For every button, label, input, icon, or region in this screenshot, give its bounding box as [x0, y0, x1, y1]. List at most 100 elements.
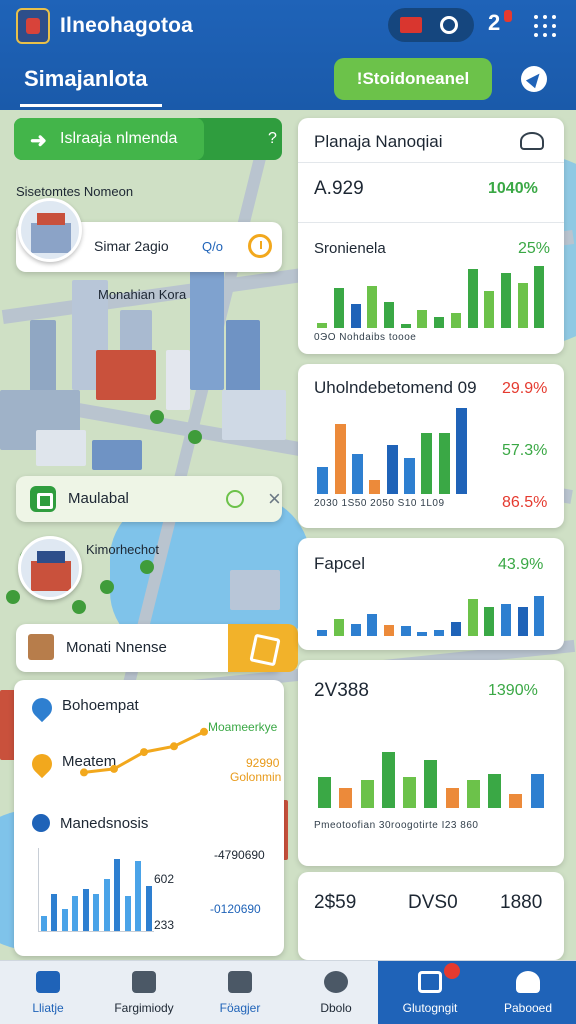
overview-bar: [501, 273, 511, 328]
compass-icon[interactable]: [521, 66, 547, 92]
place-meta: Q/o: [202, 239, 223, 254]
tools-icon: [228, 971, 252, 993]
forecast-bar: [401, 626, 411, 636]
metric-row-1-label: Bohoempat: [62, 697, 139, 714]
flag-icon: [400, 17, 422, 33]
notification-count[interactable]: 2: [488, 10, 500, 36]
nav-analytics[interactable]: Glutogngit: [378, 961, 482, 1024]
overview-bar: [451, 313, 461, 328]
panel-forecast-percent: 43.9%: [498, 556, 544, 573]
close-icon[interactable]: ×: [268, 486, 281, 512]
overview-bar: [468, 269, 478, 328]
panel-overview-subpercent: 25%: [518, 240, 551, 257]
panel-forecast[interactable]: Fapcel 43.9%: [298, 538, 564, 650]
panel-development[interactable]: Uholndebetomend 09 29.9% 57.3% 86.5% 203…: [298, 364, 564, 528]
trend-point: [110, 764, 118, 773]
panel-overview[interactable]: Planaja Nanoqiai A.929 1040% Sronienela …: [298, 118, 564, 354]
panel-summary-value: 2V388: [314, 680, 369, 701]
apps-grid-icon[interactable]: [534, 15, 556, 37]
panel-overview-chart: [314, 262, 548, 328]
metric-bar: [93, 894, 99, 931]
summary-bar: [361, 780, 374, 808]
forecast-bar: [484, 607, 494, 636]
status-pill[interactable]: [388, 8, 474, 42]
summary-bar: [467, 780, 480, 808]
panel-development-axis: 2030 1S50 2050 S10 1L09: [314, 498, 445, 509]
cloud-icon[interactable]: [520, 132, 544, 150]
location-caption: Kimorhechot: [86, 542, 159, 557]
metric-trend-line: [80, 727, 208, 777]
panel-development-percent-3: 86.5%: [502, 494, 548, 511]
place-thumbnail[interactable]: [18, 198, 82, 262]
panel-forecast-chart: [314, 574, 548, 636]
panel-overview-title: Planaja Nanoqiai: [314, 132, 443, 151]
panel-summary[interactable]: 2V388 1390% Pmeotoofian 30roogotirte I23…: [298, 660, 564, 866]
route-banner[interactable]: ➜ Islraaja nlmenda ?: [14, 118, 282, 160]
panel-overview-value: A.929: [314, 178, 364, 199]
house-icon: [28, 634, 54, 660]
timer-icon[interactable]: [226, 490, 244, 508]
info-card[interactable]: Maulabal ×: [16, 476, 282, 522]
metric-bar: [83, 889, 89, 931]
metric-bar: [104, 879, 110, 931]
panel-overview-subtitle: Sronienela: [314, 240, 386, 257]
analytics-icon: [418, 971, 442, 993]
overview-bar: [351, 304, 361, 328]
metric-row-3-label: Manedsnosis: [60, 815, 149, 832]
panel-development-percent-1: 29.9%: [502, 380, 548, 397]
panel-totals[interactable]: 2$59 DVS0 1880: [298, 872, 564, 960]
map-area-caption: Sisetomtes Nomeon: [16, 184, 134, 199]
nav-search-label: Dbolo: [320, 1001, 352, 1015]
development-bar: [335, 424, 346, 494]
forecast-bar: [451, 622, 461, 636]
forecast-bar: [501, 604, 511, 636]
place-name: Simar 2agio: [94, 238, 169, 254]
panel-overview-axis: 0ЭO Nohdaibs toooe: [314, 332, 417, 343]
metric-bar-chart: [38, 848, 154, 932]
nav-tools[interactable]: Föagjer: [192, 961, 288, 1024]
panel-development-percent-2: 57.3%: [502, 442, 548, 459]
forecast-bar: [334, 619, 344, 636]
overview-bar: [434, 317, 444, 328]
page-title: Simajanlota: [24, 66, 148, 91]
trend-point: [170, 742, 178, 751]
forecast-bar: [468, 599, 478, 636]
summary-bar: [509, 794, 522, 808]
app-logo-icon[interactable]: [16, 8, 50, 44]
overview-bar: [534, 266, 544, 328]
nav-tools-label: Föagjer: [219, 1001, 261, 1015]
direction-arrow-icon: ➜: [30, 130, 47, 152]
nav-profile[interactable]: Pabooed: [480, 961, 576, 1024]
development-bar: [369, 480, 380, 494]
building-icon: [132, 971, 156, 993]
development-bar: [387, 445, 398, 494]
clock-icon[interactable]: [248, 234, 272, 258]
share-icon[interactable]: [228, 624, 298, 672]
forecast-bar: [384, 625, 394, 636]
metric-scale-mid-left: 602: [154, 872, 175, 886]
overview-bar: [484, 291, 494, 328]
forecast-bar: [367, 614, 377, 636]
forecast-bar: [434, 630, 444, 636]
trend-point: [140, 748, 148, 757]
forecast-bar: [417, 632, 427, 636]
app-title: Ilneohagotoa: [60, 14, 194, 37]
panel-summary-chart: [314, 730, 548, 808]
metric-bar: [62, 909, 68, 931]
nav-buildings[interactable]: Fargimiody: [96, 961, 192, 1024]
metric-bar: [41, 916, 47, 931]
map-district-caption: Monahian Kora: [98, 287, 187, 302]
nav-home[interactable]: Lliatje: [0, 961, 96, 1024]
house-card[interactable]: Monati Nnense: [16, 624, 298, 672]
route-banner-help[interactable]: ?: [268, 130, 277, 148]
nav-search[interactable]: Dbolo: [288, 961, 384, 1024]
primary-action-button[interactable]: !Stoidoneanel: [334, 58, 492, 100]
overview-bar: [384, 302, 394, 328]
location-pin-icon: [27, 693, 57, 723]
overview-bar: [518, 283, 528, 328]
location-thumbnail[interactable]: [18, 536, 82, 600]
development-bar: [404, 458, 415, 494]
route-banner-label: Islraaja nlmenda: [60, 130, 178, 147]
top-app-bar: Ilneohagotoa 2 Simajanlota !Stoidoneanel: [0, 0, 576, 110]
analytics-badge: [444, 963, 460, 979]
